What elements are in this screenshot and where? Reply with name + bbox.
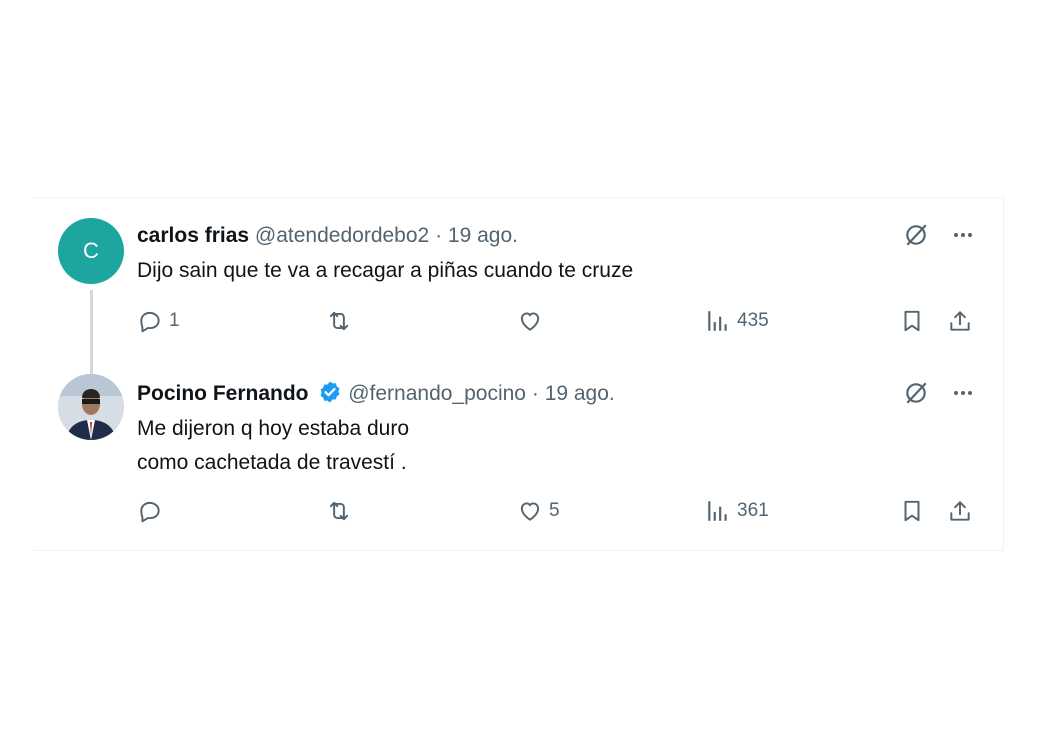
views-icon [705,308,731,334]
avatar[interactable] [58,374,124,440]
tweet-header: carlos frias @atendedordebo2 · 19 ago. [137,223,518,249]
bookmark-icon [899,308,925,334]
bookmark-icon [899,498,925,524]
tweet[interactable]: C carlos frias @atendedordebo2 · 19 ago.… [33,198,1003,374]
bookmark-button[interactable] [899,308,925,334]
thread-connector-line [90,290,93,374]
tweet-top-icons [903,380,975,406]
like-icon [517,308,543,334]
reply-button[interactable]: 1 [137,308,180,334]
avatar-letter: C [83,238,99,263]
avatar-photo [58,374,124,440]
views-button[interactable]: 435 [705,308,769,334]
retweet-icon [325,498,353,524]
tweet-text: Dijo sain que te va a recagar a piñas cu… [137,254,633,288]
retweet-icon [325,308,353,334]
reply-button[interactable] [137,498,169,524]
grok-icon[interactable] [903,380,929,406]
bookmark-button[interactable] [899,498,925,524]
tweet-top-icons [903,222,975,248]
like-icon [517,498,543,524]
view-count: 435 [737,310,769,331]
share-button[interactable] [947,498,973,524]
author-handle[interactable]: @atendedordebo2 [255,224,429,247]
tweet-text-line: Dijo sain que te va a recagar a piñas cu… [137,259,634,282]
tweet-date[interactable]: 19 ago. [545,382,615,405]
author-handle[interactable]: @fernando_pocino [348,382,526,405]
reply-icon [137,498,163,524]
views-button[interactable]: 361 [705,498,769,524]
thread-card: C carlos frias @atendedordebo2 · 19 ago.… [33,197,1004,551]
tweet-text: Me dijeron q hoy estaba duro como cachet… [137,412,409,480]
views-icon [705,498,731,524]
separator-dot: · [531,382,539,405]
grok-icon[interactable] [903,222,929,248]
tweet-actions: 1 435 [137,308,983,338]
tweet-date[interactable]: 19 ago. [448,224,518,247]
verified-badge-icon [318,380,342,404]
retweet-button[interactable] [325,308,359,334]
share-icon [947,308,973,334]
tweet[interactable]: Pocino Fernando @fernando_pocino · 19 ag… [33,368,1003,550]
like-button[interactable]: 5 [517,498,560,524]
reply-icon [137,308,163,334]
tweet-text-line: como cachetada de travestí . [137,451,407,474]
share-icon [947,498,973,524]
like-button[interactable] [517,308,549,334]
more-icon[interactable] [951,223,975,247]
tweet-header: Pocino Fernando @fernando_pocino · 19 ag… [137,380,615,407]
avatar[interactable]: C [58,218,124,284]
reply-count: 1 [169,310,180,331]
retweet-button[interactable] [325,498,359,524]
author-name[interactable]: carlos frias [137,224,249,247]
separator-dot: · [435,224,443,247]
like-count: 5 [549,500,560,521]
tweet-text-line: Me dijeron q hoy estaba duro [137,417,410,440]
more-icon[interactable] [951,381,975,405]
tweet-actions: 5 361 [137,498,983,528]
author-name[interactable]: Pocino Fernando [137,382,309,405]
share-button[interactable] [947,308,973,334]
view-count: 361 [737,500,769,521]
